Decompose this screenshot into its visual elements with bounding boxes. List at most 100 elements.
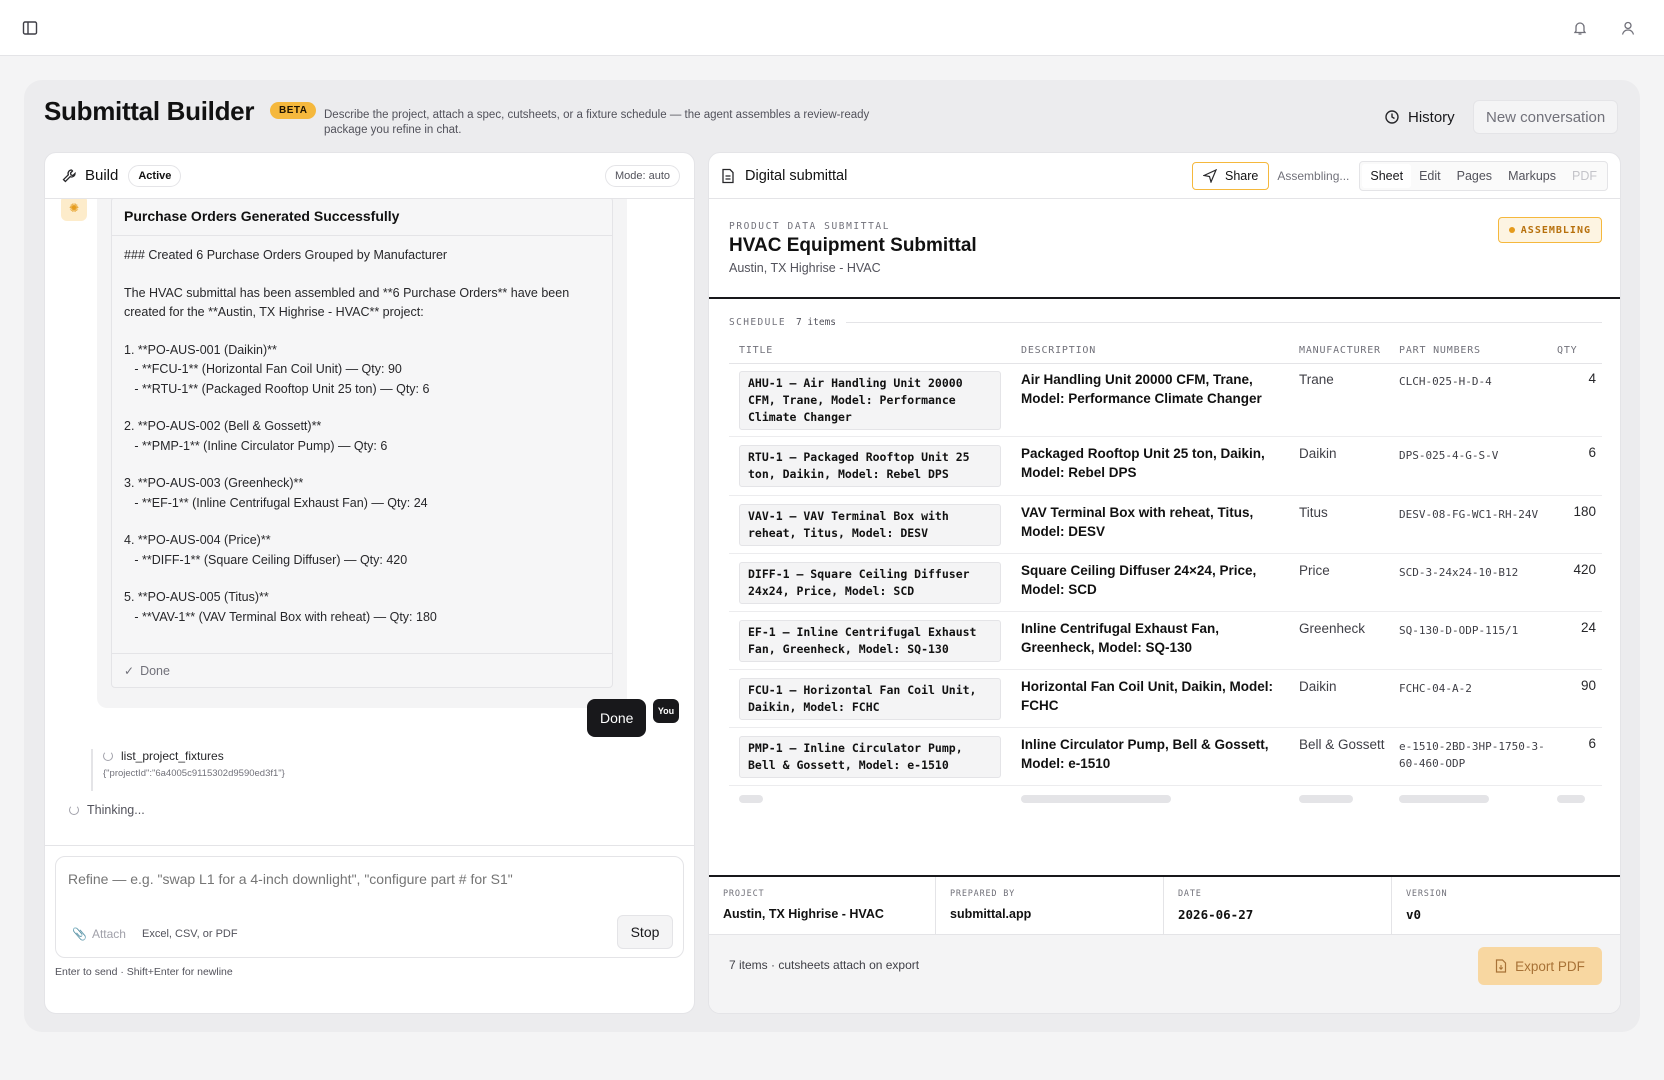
row-title: DIFF-1 — Square Ceiling Diffuser 24x24, … (739, 562, 1001, 604)
beta-badge: BETA (270, 102, 317, 119)
agent-avatar: ✺ (61, 199, 87, 221)
schedule: SCHEDULE 7 items TITLE DESCRIPTION MANUF… (709, 301, 1620, 841)
sparkle-icon: ✺ (68, 201, 80, 215)
row-manufacturer: Greenheck (1299, 621, 1366, 636)
meta-date-value: 2026-06-27 (1178, 907, 1254, 922)
meta-prepared-by-value: submittal.app (950, 907, 1032, 921)
row-part-number: SCD-3-24x24-10-B12 (1399, 566, 1519, 579)
result-line (124, 513, 600, 531)
mode-badge[interactable]: Mode: auto (604, 164, 680, 187)
schedule-count: 7 items (795, 317, 837, 328)
history-label: History (1408, 108, 1455, 126)
share-label: Share (1225, 168, 1259, 183)
tool-name: list_project_fixtures (121, 749, 224, 763)
row-title: AHU-1 — Air Handling Unit 20000 CFM, Tra… (739, 371, 1001, 430)
schedule-row[interactable]: RTU-1 — Packaged Rooftop Unit 25 ton, Da… (729, 437, 1602, 496)
document-meta: PROJECT Austin, TX Highrise - HVAC PREPA… (709, 875, 1620, 935)
result-line: 3. **PO-AUS-003 (Greenheck)** (124, 476, 304, 490)
result-line: - **PMP-1** (Inline Circulator Pump) — Q… (124, 438, 388, 453)
bell-icon[interactable] (1568, 16, 1592, 40)
file-download-icon (1496, 959, 1507, 973)
tab-sheet[interactable]: Sheet (1362, 163, 1412, 188)
row-description: Horizontal Fan Coil Unit, Daikin, Model:… (1021, 679, 1273, 713)
build-header: Build Active Mode: auto (45, 153, 694, 199)
refine-input[interactable] (68, 867, 668, 891)
result-line (124, 399, 600, 417)
schedule-heading: SCHEDULE 7 items (729, 317, 1602, 328)
thinking-indicator: Thinking... (69, 803, 145, 817)
document-footer: 7 items · cutsheets attach on export Exp… (709, 935, 1620, 1013)
tab-markups[interactable]: Markups (1500, 164, 1564, 188)
result-line: - **EF-1** (Inline Centrifugal Exhaust F… (124, 495, 428, 510)
attach-hint: Excel, CSV, or PDF (142, 928, 238, 940)
message-card: Purchase Orders Generated Successfully #… (97, 199, 627, 708)
meta-prepared-by-label: PREPARED BY (950, 889, 1016, 899)
meta-project: PROJECT Austin, TX Highrise - HVAC (709, 877, 936, 935)
status-dot (1508, 227, 1515, 233)
row-part-number: CLCH-025-H-D-4 (1399, 375, 1492, 388)
row-manufacturer: Trane (1299, 372, 1334, 387)
meta-prepared-by: PREPARED BY submittal.app (936, 877, 1164, 935)
schedule-row[interactable]: PMP-1 — Inline Circulator Pump, Bell & G… (729, 728, 1602, 786)
row-manufacturer: Price (1299, 563, 1330, 578)
tab-pages[interactable]: Pages (1449, 164, 1500, 188)
schedule-row[interactable]: AHU-1 — Air Handling Unit 20000 CFM, Tra… (729, 363, 1602, 437)
sidebar-toggle-icon[interactable] (18, 16, 42, 40)
new-conversation-button[interactable]: New conversation (1473, 100, 1619, 134)
row-title: VAV-1 — VAV Terminal Box with reheat, Ti… (739, 504, 1001, 546)
schedule-row[interactable]: DIFF-1 — Square Ceiling Diffuser 24x24, … (729, 554, 1602, 612)
row-part-number: e-1510-2BD-3HP-1750-3-60-460-ODP (1399, 740, 1545, 770)
row-part-number: FCHC-04-A-2 (1399, 682, 1472, 695)
result-line: The HVAC submittal has been assembled an… (124, 285, 570, 300)
user-icon[interactable] (1616, 16, 1640, 40)
schedule-row[interactable]: FCU-1 — Horizontal Fan Coil Unit, Daikin… (729, 670, 1602, 728)
column-header-manufacturer: MANUFACTURER (1299, 345, 1381, 356)
row-manufacturer: Daikin (1299, 446, 1337, 461)
row-title: PMP-1 — Inline Circulator Pump, Bell & G… (739, 736, 1001, 778)
row-manufacturer: Titus (1299, 505, 1328, 520)
result-line: - **RTU-1** (Packaged Rooftop Unit 25 to… (124, 381, 430, 396)
schedule-label: SCHEDULE (729, 317, 786, 328)
assembling-badge: ASSEMBLING (1497, 217, 1602, 243)
tool-call: list_project_fixtures {"projectId":"6a40… (91, 749, 285, 791)
user-message: Done (587, 699, 647, 737)
row-qty: 4 (1588, 371, 1596, 386)
tab-pdf[interactable]: PDF (1564, 164, 1605, 188)
tab-edit[interactable]: Edit (1411, 164, 1449, 188)
meta-date: DATE 2026-06-27 (1164, 877, 1392, 935)
result-line: 1. **PO-AUS-001 (Daikin)** (124, 342, 277, 357)
attach-label: Attach (91, 927, 126, 941)
schedule-row[interactable]: VAV-1 — VAV Terminal Box with reheat, Ti… (729, 496, 1602, 554)
chat-scroll[interactable]: ✺ Purchase Orders Generated Successfully… (45, 199, 694, 845)
paperclip-icon: 📎 (72, 927, 87, 941)
row-part-number: SQ-130-D-ODP-115/1 (1399, 624, 1519, 637)
page-title: Submittal Builder (44, 96, 255, 126)
export-pdf-button[interactable]: Export PDF (1478, 947, 1602, 985)
tool-result-box: Purchase Orders Generated Successfully #… (111, 199, 613, 688)
meta-project-value: Austin, TX Highrise - HVAC (723, 907, 884, 921)
row-description: Square Ceiling Diffuser 24×24, Price, Mo… (1021, 563, 1257, 597)
loader-icon (69, 805, 79, 815)
document-kicker: PRODUCT DATA SUBMITTAL (729, 221, 891, 232)
composer-box: 📎 Attach Excel, CSV, or PDF Stop (55, 856, 684, 958)
result-line (124, 570, 600, 588)
assembling-badge-label: ASSEMBLING (1520, 224, 1591, 236)
composer-hint: Enter to send · Shift+Enter for newline (55, 966, 233, 978)
stop-button[interactable]: Stop (617, 915, 673, 949)
tool-args: {"projectId":"6a4005c9115302d9590ed3f1"} (103, 768, 285, 779)
schedule-row[interactable]: EF-1 — Inline Centrifugal Exhaust Fan, G… (729, 612, 1602, 670)
row-description: Inline Circulator Pump, Bell & Gossett, … (1021, 737, 1269, 771)
attach-button[interactable]: 📎 Attach (72, 927, 126, 941)
meta-version-value: v0 (1406, 907, 1422, 922)
meta-version-label: VERSION (1406, 889, 1448, 899)
result-line (124, 456, 600, 474)
build-panel: Build Active Mode: auto ✺ Purchase Order… (44, 152, 695, 1014)
result-line (124, 266, 600, 284)
row-qty: 180 (1573, 504, 1596, 519)
composer-area: 📎 Attach Excel, CSV, or PDF Stop Enter t… (45, 845, 694, 1013)
row-title: EF-1 — Inline Centrifugal Exhaust Fan, G… (739, 620, 1001, 662)
history-button[interactable]: History (1376, 100, 1463, 134)
share-button[interactable]: Share (1192, 161, 1270, 190)
history-icon (1385, 110, 1399, 124)
app-shell: Submittal Builder BETA Describe the proj… (24, 80, 1640, 1032)
